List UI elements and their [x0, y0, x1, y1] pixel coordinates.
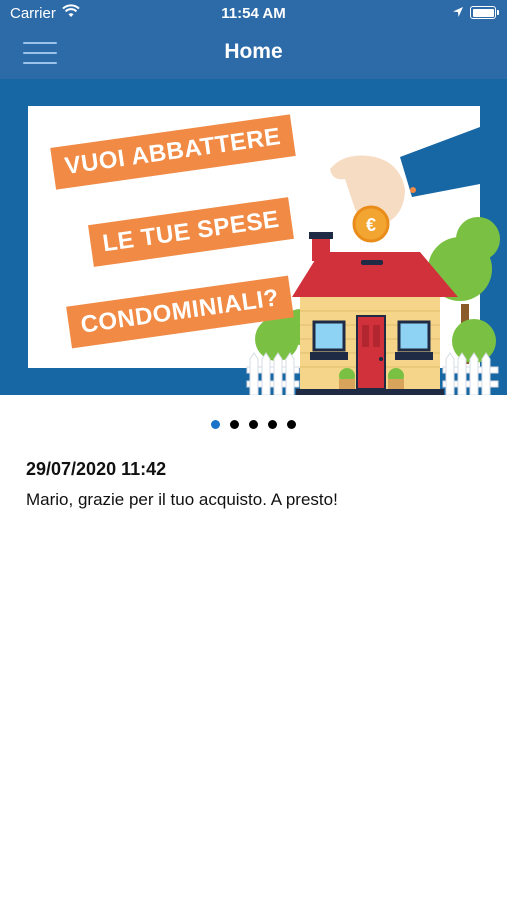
status-bar: Carrier 11:54 AM: [0, 0, 507, 28]
carousel-dot-2[interactable]: [230, 420, 239, 429]
message-date: 29/07/2020 11:42: [26, 459, 167, 479]
carousel-dot-1[interactable]: [211, 420, 220, 429]
carousel-pager: [0, 416, 507, 430]
sleeve-shape: [400, 127, 480, 197]
page-title: Home: [224, 40, 283, 63]
carousel-dot-3[interactable]: [249, 420, 258, 429]
location-arrow-icon: [452, 5, 464, 22]
header-bar: Carrier 11:54 AM Home: [0, 0, 507, 79]
fence-right: [442, 352, 499, 395]
message-text: Mario, grazie per il tuo acquisto. A pre…: [26, 490, 338, 509]
navigation-bar: Home: [0, 28, 507, 79]
carousel-dot-4[interactable]: [268, 420, 277, 429]
coin-symbol: €: [366, 215, 376, 235]
status-time: 11:54 AM: [221, 5, 286, 22]
carousel-dot-5[interactable]: [287, 420, 296, 429]
battery-icon: [470, 6, 499, 19]
